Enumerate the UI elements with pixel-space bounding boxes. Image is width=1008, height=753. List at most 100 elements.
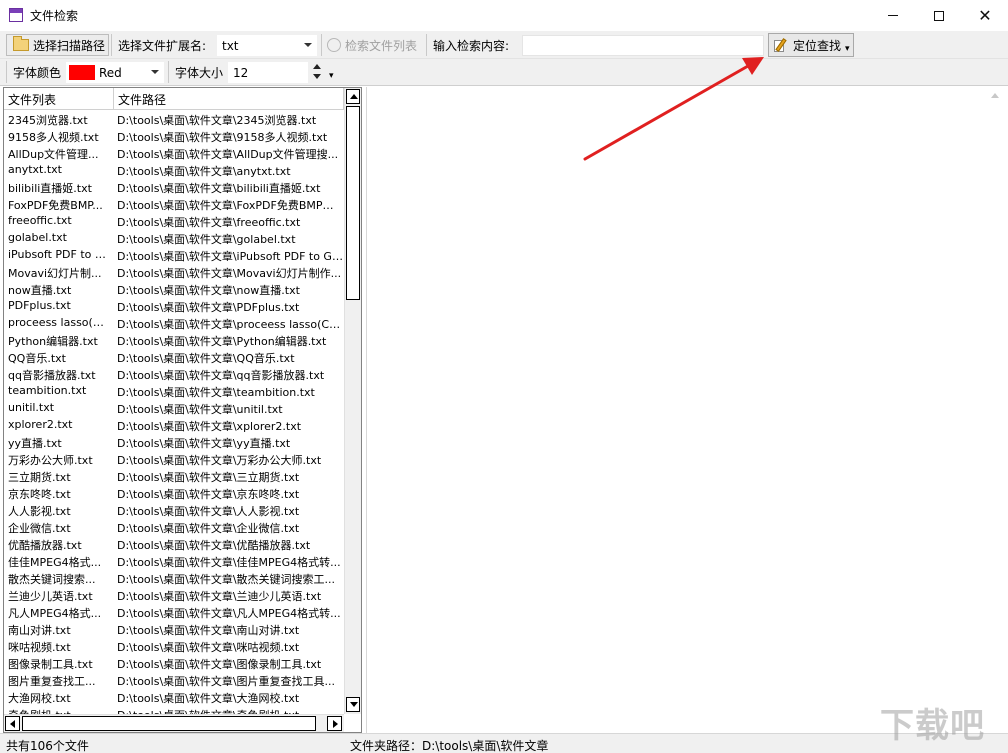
table-row[interactable]: 咪咕视频.txt D:\tools\桌面\软件文章\咪咕视频.txt xyxy=(4,638,344,655)
table-row[interactable]: bilibili直播姬.txt D:\tools\桌面\软件文章\bilibili… xyxy=(4,179,344,196)
table-row[interactable]: qq音影播放器.txt D:\tools\桌面\软件文章\qq音影播放器.txt xyxy=(4,366,344,383)
table-row[interactable]: 9158多人视频.txt D:\tools\桌面\软件文章\9158多人视频.tx… xyxy=(4,128,344,145)
table-row[interactable]: Movavi幻灯片制... D:\tools\桌面\软件文章\Movavi幻灯片制… xyxy=(4,264,344,281)
column-header-file-list[interactable]: 文件列表 xyxy=(4,88,114,110)
table-row[interactable]: 万彩办公大师.txt D:\tools\桌面\软件文章\万彩办公大师.txt xyxy=(4,451,344,468)
column-header-file-path[interactable]: 文件路径 xyxy=(114,88,344,110)
scroll-thumb-horizontal[interactable] xyxy=(22,716,316,731)
vertical-scrollbar[interactable] xyxy=(344,88,361,714)
content-scrollbar[interactable] xyxy=(987,87,1004,733)
toolbar-separator xyxy=(6,61,7,83)
table-row[interactable]: 南山对讲.txt D:\tools\桌面\软件文章\南山对讲.txt xyxy=(4,621,344,638)
scroll-right-button[interactable] xyxy=(327,716,342,731)
scroll-left-button[interactable] xyxy=(5,716,20,731)
file-name-cell: anytxt.txt xyxy=(8,163,62,176)
file-path-cell: D:\tools\桌面\软件文章\凡人MPEG4格式转... xyxy=(117,607,341,620)
spin-down-icon[interactable] xyxy=(313,74,321,79)
table-row[interactable]: proceess lasso(CP... D:\tools\桌面\软件文章\pro… xyxy=(4,315,344,332)
font-size-spinner[interactable] xyxy=(311,61,323,83)
file-path-cell: D:\tools\桌面\软件文章\咪咕视频.txt xyxy=(117,641,300,654)
table-row[interactable]: PDFplus.txt D:\tools\桌面\软件文章\PDFplus.txt xyxy=(4,298,344,315)
table-row[interactable]: 人人影视.txt D:\tools\桌面\软件文章\人人影视.txt xyxy=(4,502,344,519)
content-label: 输入检索内容: xyxy=(433,38,510,53)
close-button[interactable]: ✕ xyxy=(962,0,1008,31)
file-name-cell: iPubsoft PDF to G... xyxy=(8,248,110,261)
content-view[interactable] xyxy=(366,87,1006,733)
search-file-list-label: 检索文件列表 xyxy=(345,38,418,53)
table-row[interactable]: anytxt.txt D:\tools\桌面\软件文章\anytxt.txt xyxy=(4,162,344,179)
file-name-cell: 万彩办公大师.txt xyxy=(8,454,93,467)
locate-search-button[interactable]: 定位查找 ▾ xyxy=(768,33,854,57)
table-row[interactable]: AllDup文件管理... D:\tools\桌面\软件文章\AllDup文件管理… xyxy=(4,145,344,162)
table-row[interactable]: 2345浏览器.txt D:\tools\桌面\软件文章\2345浏览器.txt xyxy=(4,111,344,128)
scroll-down-button[interactable] xyxy=(346,697,360,712)
file-name-cell: QQ音乐.txt xyxy=(8,352,66,365)
file-name-cell: 人人影视.txt xyxy=(8,505,71,518)
table-row[interactable]: xplorer2.txt D:\tools\桌面\软件文章\xplorer2.tx… xyxy=(4,417,344,434)
minimize-icon xyxy=(888,15,898,16)
file-name-cell: 图片重复查找工... xyxy=(8,675,96,688)
table-row[interactable]: 兰迪少儿英语.txt D:\tools\桌面\软件文章\兰迪少儿英语.txt xyxy=(4,587,344,604)
file-name-cell: 兰迪少儿英语.txt xyxy=(8,590,93,603)
font-color-select[interactable]: Red xyxy=(66,62,164,83)
table-row[interactable]: QQ音乐.txt D:\tools\桌面\软件文章\QQ音乐.txt xyxy=(4,349,344,366)
scroll-up-icon[interactable] xyxy=(991,93,999,98)
table-row[interactable]: FoxPDF免费BMP... D:\tools\桌面\软件文章\FoxPDF免费B… xyxy=(4,196,344,213)
maximize-button[interactable] xyxy=(916,0,962,31)
file-name-cell: 京东咚咚.txt xyxy=(8,488,71,501)
file-name-cell: 佳佳MPEG4格式... xyxy=(8,556,102,569)
table-row[interactable]: iPubsoft PDF to G... D:\tools\桌面\软件文章\iPu… xyxy=(4,247,344,264)
file-path-cell: D:\tools\桌面\软件文章\Python编辑器.txt xyxy=(117,335,327,348)
table-row[interactable]: 优酷播放器.txt D:\tools\桌面\软件文章\优酷播放器.txt xyxy=(4,536,344,553)
table-row[interactable]: Python编辑器.txt D:\tools\桌面\软件文章\Python编辑器.… xyxy=(4,332,344,349)
watermark-logo: 下载吧 xyxy=(880,706,985,746)
ext-select[interactable]: txt xyxy=(217,35,317,56)
horizontal-scrollbar[interactable] xyxy=(4,714,344,732)
file-path-cell: D:\tools\桌面\软件文章\unitil.txt xyxy=(117,403,283,416)
choose-scan-path-button[interactable]: 选择扫描路径 xyxy=(6,34,110,56)
file-name-cell: now直播.txt xyxy=(8,284,72,297)
file-path-cell: D:\tools\桌面\软件文章\now直播.txt xyxy=(117,284,300,297)
table-row[interactable]: 凡人MPEG4格式... D:\tools\桌面\软件文章\凡人MPEG4格式转.… xyxy=(4,604,344,621)
file-path-cell: D:\tools\桌面\软件文章\qq音影播放器.txt xyxy=(117,369,325,382)
file-path-cell: D:\tools\桌面\软件文章\PDFplus.txt xyxy=(117,301,300,314)
font-color-value: Red xyxy=(99,65,122,80)
table-row[interactable]: 京东咚咚.txt D:\tools\桌面\软件文章\京东咚咚.txt xyxy=(4,485,344,502)
dropdown-caret-icon[interactable]: ▾ xyxy=(329,71,334,81)
folder-path-text: 文件夹路径：D:\tools\桌面\软件文章 xyxy=(350,739,549,753)
file-path-cell: D:\tools\桌面\软件文章\QQ音乐.txt xyxy=(117,352,295,365)
chevron-down-icon xyxy=(304,43,312,47)
table-row[interactable]: freeoffic.txt D:\tools\桌面\软件文章\freeoffic.… xyxy=(4,213,344,230)
table-row[interactable]: 散杰关键词搜索... D:\tools\桌面\软件文章\散杰关键词搜索工... xyxy=(4,570,344,587)
spin-up-icon[interactable] xyxy=(313,64,321,69)
table-row[interactable]: 企业微信.txt D:\tools\桌面\软件文章\企业微信.txt xyxy=(4,519,344,536)
minimize-button[interactable] xyxy=(870,0,916,31)
file-list-panel: 文件列表 文件路径 2345浏览器.txt D:\tools\桌面\软件文章\23… xyxy=(3,87,362,733)
table-row[interactable]: 图像录制工具.txt D:\tools\桌面\软件文章\图像录制工具.txt xyxy=(4,655,344,672)
table-row[interactable]: 图片重复查找工... D:\tools\桌面\软件文章\图片重复查找工具... xyxy=(4,672,344,689)
file-path-cell: D:\tools\桌面\软件文章\golabel.txt xyxy=(117,233,296,246)
file-name-cell: PDFplus.txt xyxy=(8,299,71,312)
table-row[interactable]: 大渔网校.txt D:\tools\桌面\软件文章\大渔网校.txt xyxy=(4,689,344,706)
app-icon xyxy=(9,8,23,22)
table-row[interactable]: yy直播.txt D:\tools\桌面\软件文章\yy直播.txt xyxy=(4,434,344,451)
file-path-cell: D:\tools\桌面\软件文章\xplorer2.txt xyxy=(117,420,302,433)
table-row[interactable]: 三立期货.txt D:\tools\桌面\软件文章\三立期货.txt xyxy=(4,468,344,485)
font-size-value: 12 xyxy=(233,65,249,80)
table-row[interactable]: teambition.txt D:\tools\桌面\软件文章\teambitio… xyxy=(4,383,344,400)
font-color-label: 字体颜色 xyxy=(13,65,62,80)
file-name-cell: teambition.txt xyxy=(8,384,87,397)
font-size-field[interactable]: 12 xyxy=(228,62,308,83)
scroll-thumb[interactable] xyxy=(346,106,360,300)
scroll-up-button[interactable] xyxy=(346,89,360,104)
search-content-input[interactable] xyxy=(522,35,764,56)
file-path-cell: D:\tools\桌面\软件文章\大渔网校.txt xyxy=(117,692,300,705)
table-row[interactable]: now直播.txt D:\tools\桌面\软件文章\now直播.txt xyxy=(4,281,344,298)
file-name-cell: 南山对讲.txt xyxy=(8,624,71,637)
table-row[interactable]: unitil.txt D:\tools\桌面\软件文章\unitil.txt xyxy=(4,400,344,417)
file-path-cell: D:\tools\桌面\软件文章\京东咚咚.txt xyxy=(117,488,300,501)
table-row[interactable]: 佳佳MPEG4格式... D:\tools\桌面\软件文章\佳佳MPEG4格式转.… xyxy=(4,553,344,570)
search-file-list-button[interactable]: 检索文件列表 xyxy=(327,34,417,56)
file-name-cell: AllDup文件管理... xyxy=(8,148,99,161)
table-row[interactable]: golabel.txt D:\tools\桌面\软件文章\golabel.txt xyxy=(4,230,344,247)
